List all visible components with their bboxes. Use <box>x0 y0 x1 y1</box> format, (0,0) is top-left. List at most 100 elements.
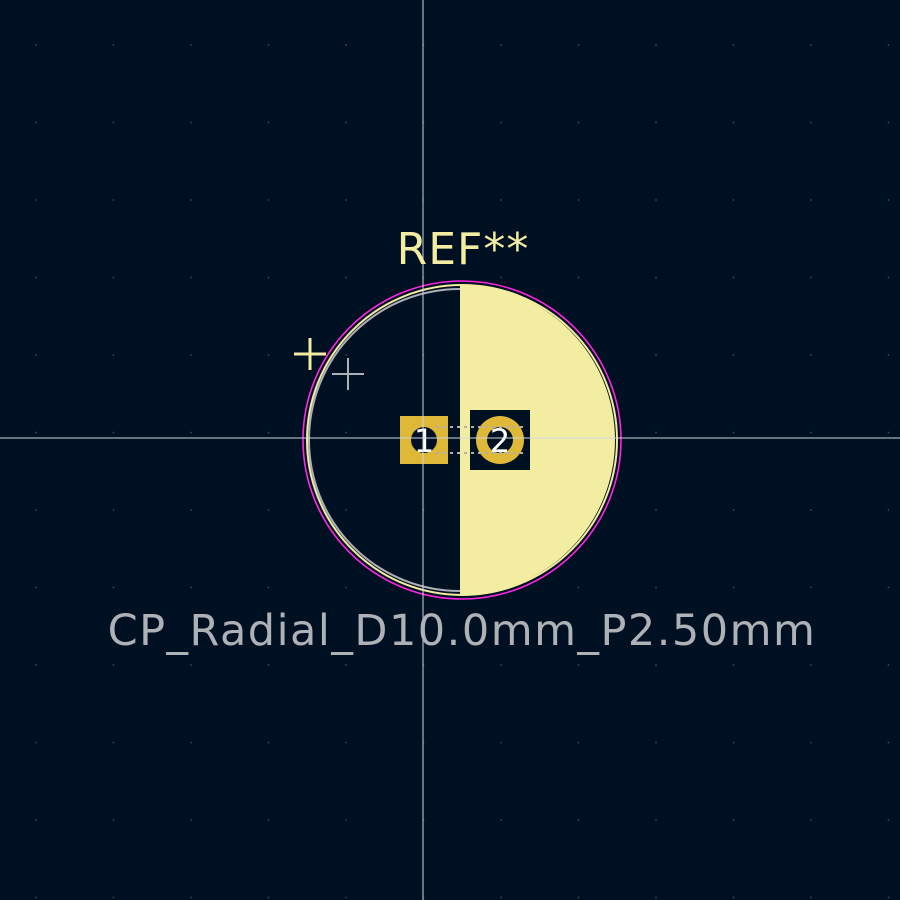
grid-dot <box>267 586 270 589</box>
grid-dot <box>732 276 735 279</box>
grid-dot <box>655 44 657 46</box>
grid-dot <box>190 354 192 356</box>
grid-dot <box>345 354 347 356</box>
grid-dot <box>35 431 37 434</box>
grid-dot <box>112 664 115 666</box>
grid-dot <box>267 896 270 899</box>
grid-dot <box>887 741 890 744</box>
grid-dot <box>887 819 890 821</box>
reference-designator[interactable]: REF** <box>397 224 530 275</box>
grid-dot <box>500 121 502 124</box>
grid-dot <box>810 276 812 279</box>
footprint-value[interactable]: CP_Radial_D10.0mm_P2.50mm <box>108 606 817 656</box>
grid-dot <box>577 586 580 589</box>
grid-dot <box>35 819 37 821</box>
grid-dot <box>35 586 37 589</box>
grid-dot <box>655 431 657 434</box>
grid-dot <box>345 431 347 434</box>
grid-dot <box>810 664 812 666</box>
grid-dot <box>887 276 890 279</box>
grid-dot <box>887 431 890 434</box>
grid-dot <box>732 586 735 589</box>
grid-dot <box>577 199 580 201</box>
pcb-canvas[interactable]: 1 2 REF** CP_Radial_D10.0mm_P2.50mm <box>0 0 900 900</box>
grid-dot <box>810 431 812 434</box>
pad-1[interactable]: 1 <box>400 416 448 464</box>
pad-2[interactable]: 2 <box>470 410 530 470</box>
grid-dot <box>732 509 735 511</box>
grid-dot <box>190 819 192 821</box>
grid-dot <box>655 199 657 201</box>
grid-dot <box>190 509 192 511</box>
grid-dot <box>887 121 890 124</box>
grid-dot <box>732 819 735 821</box>
grid-dot <box>500 741 502 744</box>
grid-dot <box>345 121 347 124</box>
grid-dot <box>732 896 735 899</box>
grid-dot <box>345 509 347 511</box>
grid-dot <box>267 44 270 46</box>
grid-dot <box>655 819 657 821</box>
grid-dot <box>267 664 270 666</box>
grid-dot <box>112 819 115 821</box>
grid-dot <box>345 44 347 46</box>
grid-dot <box>655 896 657 899</box>
grid-dot <box>500 819 502 821</box>
grid-dot <box>345 819 347 821</box>
grid-dot <box>35 276 37 279</box>
grid-dot <box>345 664 347 666</box>
grid-dot <box>267 276 270 279</box>
grid-dot <box>190 664 192 666</box>
grid-dot <box>500 44 502 46</box>
grid-dot <box>887 664 890 666</box>
grid-dot <box>655 741 657 744</box>
grid-dot <box>810 509 812 511</box>
grid-dot <box>810 354 812 356</box>
grid-dot <box>190 44 192 46</box>
grid-dot <box>190 199 192 201</box>
grid-dot <box>810 121 812 124</box>
grid-dot <box>267 199 270 201</box>
grid-dot <box>500 276 502 279</box>
grid-dot <box>810 896 812 899</box>
grid-dot <box>112 509 115 511</box>
grid-dot <box>190 431 192 434</box>
grid-dot <box>35 509 37 511</box>
grid-dot <box>190 121 192 124</box>
grid-dot <box>500 664 502 666</box>
grid-dot <box>655 121 657 124</box>
grid-dot <box>35 354 37 356</box>
grid-dot <box>190 276 192 279</box>
grid-dot <box>500 896 502 899</box>
grid-dot <box>267 819 270 821</box>
grid-dot <box>35 199 37 201</box>
grid-dot <box>267 509 270 511</box>
grid-dot <box>267 741 270 744</box>
grid-dot <box>577 664 580 666</box>
grid-dot <box>655 354 657 356</box>
grid-dot <box>732 199 735 201</box>
grid-dot <box>345 276 347 279</box>
grid-dot <box>810 741 812 744</box>
grid-dot <box>577 896 580 899</box>
grid-dot <box>732 44 735 46</box>
grid-dot <box>112 121 115 124</box>
grid-dot <box>500 199 502 201</box>
grid-dot <box>112 199 115 201</box>
grid-dot <box>35 664 37 666</box>
grid-dot <box>112 431 115 434</box>
grid-dot <box>35 741 37 744</box>
grid-dot <box>732 664 735 666</box>
grid-dot <box>887 44 890 46</box>
grid-dot <box>112 276 115 279</box>
grid-dot <box>655 276 657 279</box>
grid-dot <box>577 276 580 279</box>
grid-dot <box>810 819 812 821</box>
grid-dot <box>35 121 37 124</box>
grid-dot <box>35 44 37 46</box>
grid-dot <box>345 741 347 744</box>
pad-1-number: 1 <box>414 422 434 460</box>
grid-dot <box>732 121 735 124</box>
grid-dot <box>345 586 347 589</box>
grid-dot <box>345 896 347 899</box>
